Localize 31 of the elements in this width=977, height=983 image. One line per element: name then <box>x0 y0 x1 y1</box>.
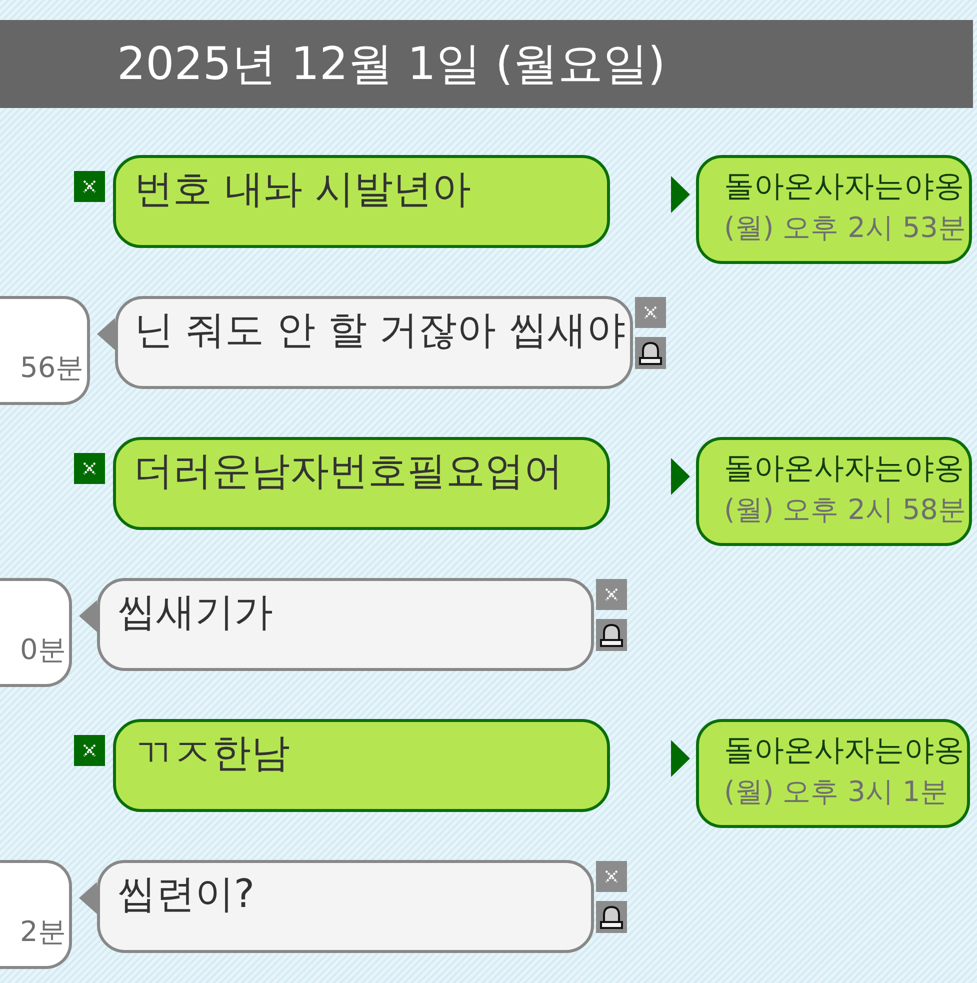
triangle-pointer-icon <box>671 176 690 213</box>
triangle-pointer-icon <box>78 600 97 632</box>
date-header: 2025년 12월 1일 (월요일) <box>0 20 973 108</box>
close-icon[interactable] <box>74 735 105 766</box>
sender-name: 돌아온사자는야옹 <box>724 733 964 769</box>
siren-icon[interactable] <box>596 619 627 651</box>
sender-name: 돌아온사자는야옹 <box>724 451 965 487</box>
triangle-pointer-icon <box>671 740 690 777</box>
message-bubble: 번호 내놔 시발년아 <box>113 155 610 248</box>
message-time: (월) 오후 2시 58분 <box>724 492 966 528</box>
siren-icon[interactable] <box>634 337 666 369</box>
message-bubble: 더러운남자번호필요업어 <box>113 437 610 530</box>
close-icon[interactable] <box>596 579 627 610</box>
message-time: 0분 <box>20 632 66 668</box>
triangle-pointer-icon <box>96 318 115 350</box>
message-time: (월) 오후 2시 53분 <box>724 210 966 246</box>
message-bubble: 씹새기가 <box>96 578 594 671</box>
triangle-pointer-icon <box>671 458 690 495</box>
triangle-pointer-icon <box>78 882 97 914</box>
sender-name: 돌아온사자는야옹 <box>724 169 965 205</box>
siren-icon[interactable] <box>596 901 627 933</box>
close-icon[interactable] <box>596 861 627 892</box>
close-icon[interactable] <box>74 453 105 484</box>
message-time: (월) 오후 3시 1분 <box>724 774 950 810</box>
message-time: 56분 <box>20 350 84 386</box>
close-icon[interactable] <box>634 297 666 328</box>
message-bubble: 씹련이? <box>96 860 594 953</box>
close-icon[interactable] <box>74 171 105 202</box>
message-bubble: ㄲㅈ한남 <box>113 719 610 812</box>
message-time: 2분 <box>20 914 66 950</box>
message-bubble: 닌 줘도 안 할 거잖아 씹새야 <box>114 296 633 389</box>
